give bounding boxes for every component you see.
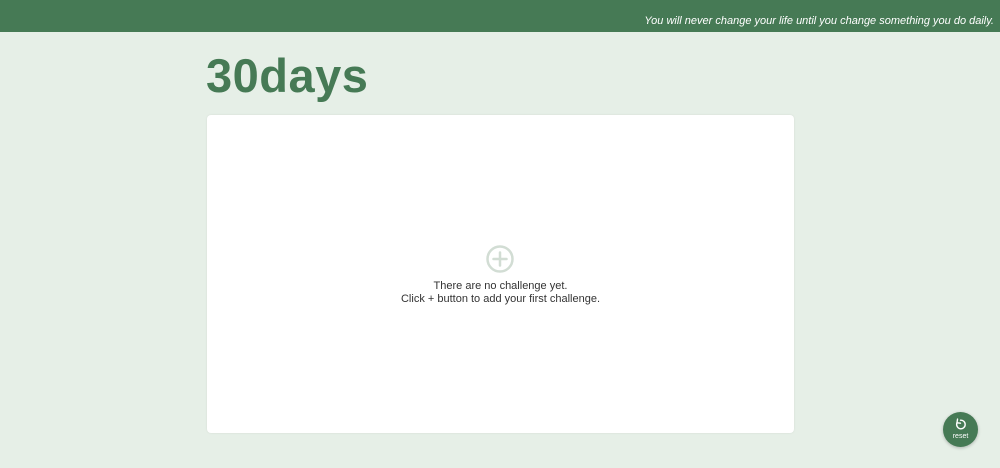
reset-button[interactable]: reset xyxy=(943,412,978,447)
app-logo: 30days xyxy=(206,49,369,102)
empty-state-line-2: Click + button to add your first challen… xyxy=(400,293,601,305)
reset-label: reset xyxy=(952,433,969,440)
plus-circle-icon xyxy=(486,245,514,273)
add-challenge-button[interactable] xyxy=(486,245,514,273)
empty-state-line-1: There are no challenge yet. xyxy=(433,280,568,292)
refresh-icon xyxy=(955,418,966,430)
motivational-quote: You will never change your life until yo… xyxy=(644,15,994,27)
empty-state-message: There are no challenge yet. Click + butt… xyxy=(207,280,794,306)
challenge-card: There are no challenge yet. Click + butt… xyxy=(207,115,794,433)
top-bar: You will never change your life until yo… xyxy=(0,0,1000,32)
